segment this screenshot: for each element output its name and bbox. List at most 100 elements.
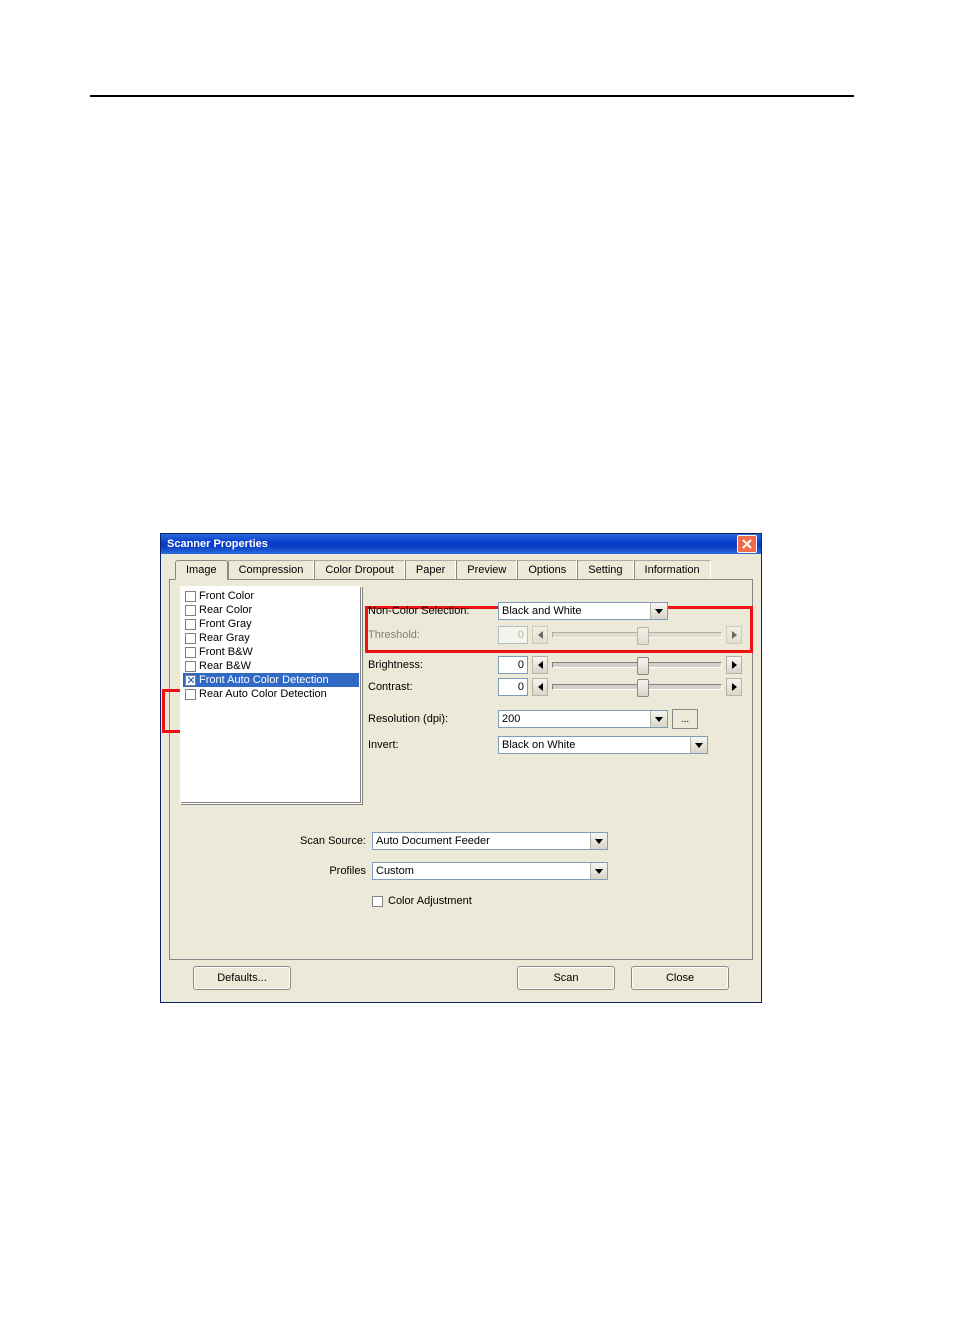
lower-settings-panel: Scan Source: Auto Document Feeder Profil… <box>180 826 742 916</box>
tab-label: Preview <box>467 564 506 576</box>
contrast-label: Contrast: <box>368 681 498 693</box>
tab-color-dropout[interactable]: Color Dropout <box>314 560 404 579</box>
tab-setting[interactable]: Setting <box>577 560 633 579</box>
dialog-title: Scanner Properties <box>167 538 737 550</box>
non-color-selection-combo[interactable]: Black and White <box>498 602 668 620</box>
threshold-value: 0 <box>498 626 528 644</box>
checkbox-icon[interactable] <box>185 633 196 644</box>
tab-image[interactable]: Image <box>175 560 228 580</box>
close-icon[interactable] <box>737 535 757 553</box>
tab-label: Options <box>528 564 566 576</box>
list-item-label: Rear Color <box>199 604 252 616</box>
list-item[interactable]: Rear Auto Color Detection <box>183 687 359 701</box>
arrow-right-icon[interactable] <box>726 678 742 696</box>
list-item[interactable]: Front Auto Color Detection <box>183 673 359 687</box>
chevron-down-icon[interactable] <box>650 603 667 619</box>
checkbox-icon[interactable] <box>185 689 196 700</box>
defaults-button[interactable]: Defaults... <box>193 966 291 990</box>
chevron-down-icon[interactable] <box>590 863 607 879</box>
scan-source-label: Scan Source: <box>180 835 372 847</box>
scan-source-combo[interactable]: Auto Document Feeder <box>372 832 608 850</box>
resolution-more-button[interactable]: ... <box>672 709 698 729</box>
invert-label: Invert: <box>368 739 498 751</box>
chevron-down-icon[interactable] <box>650 711 667 727</box>
arrow-left-icon <box>532 626 548 644</box>
brightness-label: Brightness: <box>368 659 498 671</box>
list-item-label: Rear B&W <box>199 660 251 672</box>
tab-label: Compression <box>239 564 304 576</box>
tab-label: Paper <box>416 564 445 576</box>
checkbox-icon[interactable] <box>185 647 196 658</box>
checkbox-icon[interactable] <box>185 619 196 630</box>
list-item[interactable]: Front Gray <box>183 617 359 631</box>
list-item-label: Front B&W <box>199 646 253 658</box>
arrow-right-icon <box>726 626 742 644</box>
slider-track <box>552 632 722 638</box>
arrow-left-icon[interactable] <box>532 678 548 696</box>
color-adjustment-checkbox[interactable]: Color Adjustment <box>372 895 472 907</box>
list-item-label: Rear Gray <box>199 632 250 644</box>
profiles-label: Profiles <box>180 865 372 877</box>
combo-value: Custom <box>376 865 414 877</box>
contrast-slider[interactable]: 0 <box>498 678 742 696</box>
image-selection-list: Front Color Rear Color Front Gray Rear G… <box>180 586 362 804</box>
slider-thumb <box>637 627 649 645</box>
titlebar[interactable]: Scanner Properties <box>161 534 761 554</box>
slider-track[interactable] <box>552 662 722 668</box>
tab-compression[interactable]: Compression <box>228 560 315 579</box>
tab-options[interactable]: Options <box>517 560 577 579</box>
list-item-label: Front Gray <box>199 618 252 630</box>
tab-preview[interactable]: Preview <box>456 560 517 579</box>
slider-thumb[interactable] <box>637 679 649 697</box>
close-button[interactable]: Close <box>631 966 729 990</box>
arrow-right-icon[interactable] <box>726 656 742 674</box>
checkbox-icon[interactable] <box>185 605 196 616</box>
combo-value: Black and White <box>502 605 581 617</box>
scan-button[interactable]: Scan <box>517 966 615 990</box>
brightness-value: 0 <box>498 656 528 674</box>
tab-information[interactable]: Information <box>634 560 711 579</box>
slider-thumb[interactable] <box>637 657 649 675</box>
resolution-label: Resolution (dpi): <box>368 713 498 725</box>
threshold-label: Threshold: <box>368 629 498 641</box>
tab-body: Front Color Rear Color Front Gray Rear G… <box>169 580 753 960</box>
list-item[interactable]: Rear Gray <box>183 631 359 645</box>
brightness-slider[interactable]: 0 <box>498 656 742 674</box>
checkbox-icon[interactable] <box>185 661 196 672</box>
combo-value: 200 <box>502 713 520 725</box>
image-settings-panel: Non-Color Selection: Black and White Thr… <box>368 586 742 758</box>
scanner-properties-dialog: Scanner Properties Image Compression Col… <box>160 533 762 1003</box>
tab-label: Setting <box>588 564 622 576</box>
tab-paper[interactable]: Paper <box>405 560 456 579</box>
tab-label: Color Dropout <box>325 564 393 576</box>
checkbox-icon[interactable] <box>372 896 383 907</box>
chevron-down-icon[interactable] <box>690 737 707 753</box>
list-item[interactable]: Rear B&W <box>183 659 359 673</box>
dialog-client-area: Image Compression Color Dropout Paper Pr… <box>161 554 761 1002</box>
dialog-button-row: Defaults... Scan Close <box>169 960 753 990</box>
combo-value: Black on White <box>502 739 575 751</box>
list-item-label: Front Auto Color Detection <box>199 674 329 686</box>
invert-combo[interactable]: Black on White <box>498 736 708 754</box>
profiles-combo[interactable]: Custom <box>372 862 608 880</box>
threshold-slider: 0 <box>498 626 742 644</box>
checkbox-icon[interactable] <box>185 675 196 686</box>
checkbox-label: Color Adjustment <box>388 895 472 907</box>
non-color-selection-label: Non-Color Selection: <box>368 605 498 617</box>
tab-strip: Image Compression Color Dropout Paper Pr… <box>169 560 753 580</box>
tab-label: Information <box>645 564 700 576</box>
resolution-combo[interactable]: 200 <box>498 710 668 728</box>
combo-value: Auto Document Feeder <box>376 835 490 847</box>
list-item-label: Front Color <box>199 590 254 602</box>
list-item[interactable]: Rear Color <box>183 603 359 617</box>
contrast-value: 0 <box>498 678 528 696</box>
checkbox-icon[interactable] <box>185 591 196 602</box>
chevron-down-icon[interactable] <box>590 833 607 849</box>
list-item-label: Rear Auto Color Detection <box>199 688 327 700</box>
slider-track[interactable] <box>552 684 722 690</box>
arrow-left-icon[interactable] <box>532 656 548 674</box>
list-item[interactable]: Front Color <box>183 589 359 603</box>
tab-label: Image <box>186 564 217 576</box>
list-item[interactable]: Front B&W <box>183 645 359 659</box>
header-rule <box>90 95 854 97</box>
